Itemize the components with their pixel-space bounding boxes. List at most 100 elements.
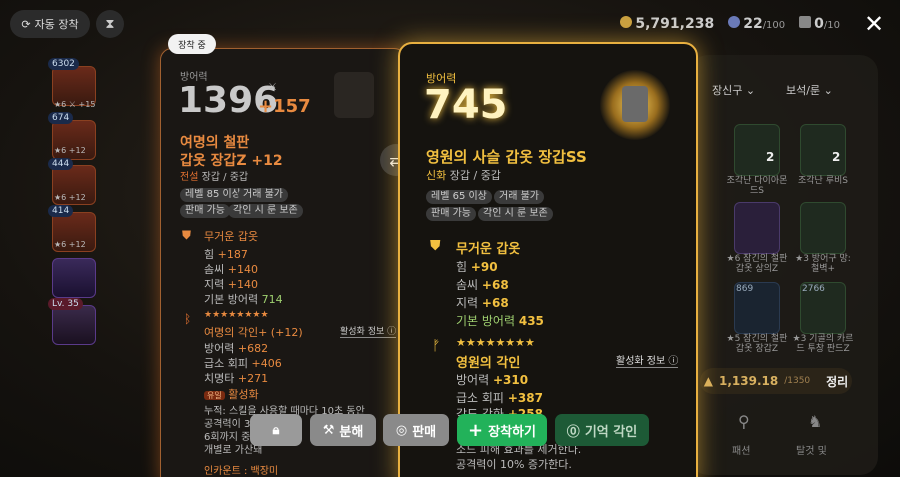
hammer-icon: ⚒ bbox=[322, 422, 335, 438]
activation-info-link[interactable]: 활성화 정보 ⓘ bbox=[340, 324, 397, 338]
stat-name: 방어력 bbox=[204, 342, 235, 355]
gold-display: 5,791,238 bbox=[620, 16, 714, 32]
mount-icon[interactable]: ♞ bbox=[808, 412, 822, 431]
set-title: 무거운 갑옷 bbox=[456, 242, 521, 257]
slot-badge: 674 bbox=[48, 112, 74, 124]
chevron-down-icon: ⌄ bbox=[745, 84, 756, 97]
activation-info-link[interactable]: 활성화 정보 ⓘ bbox=[616, 352, 679, 368]
effect-label: 활성화 bbox=[228, 388, 259, 401]
set-title: 무거운 갑옷 bbox=[204, 230, 259, 243]
armor-icon: ⛊ bbox=[430, 238, 441, 254]
ticket-display: 0/10 bbox=[799, 16, 840, 32]
refresh-icon: ⟳ bbox=[21, 17, 31, 31]
pill-level: 레벨 85 이상 bbox=[180, 188, 246, 202]
item-label: ★3 기골의 카르드 투창 판드Z bbox=[792, 334, 854, 354]
rune-icon: ᛒ bbox=[184, 312, 192, 326]
item-label: ★3 방어구 망: 철벽+ bbox=[795, 254, 851, 274]
gem-max: /100 bbox=[762, 20, 786, 31]
nav-fashion[interactable]: 패션 bbox=[732, 442, 750, 457]
engrave-title: 영원의 각인 bbox=[456, 356, 521, 371]
sell-label: 판매 bbox=[412, 424, 437, 440]
stat-name: 힘 bbox=[456, 260, 468, 274]
item-label: 조각난 다이아몬드S bbox=[726, 176, 788, 196]
gold-amount: 5,791,238 bbox=[635, 16, 715, 32]
stat-value: +68 bbox=[481, 278, 509, 292]
gauntlet-icon bbox=[600, 70, 670, 140]
slot-badge: 444 bbox=[48, 158, 74, 170]
stat-name: 방어력 bbox=[456, 373, 490, 387]
slot-sub: ★6 +12 bbox=[54, 146, 86, 155]
stat-value: +90 bbox=[470, 260, 498, 274]
item-label: ★6 잠긴의 철판 갑옷 상의Z bbox=[726, 254, 788, 274]
lock-button[interactable]: 🔒︎ bbox=[250, 414, 302, 446]
stat-value: +682 bbox=[237, 342, 269, 355]
inventory-item[interactable] bbox=[734, 202, 780, 254]
memory-engrave-button[interactable]: ⓪ 기억 각인 bbox=[555, 414, 649, 446]
item-count: 2 bbox=[832, 150, 841, 164]
pill-level: 레벨 65 이상 bbox=[426, 190, 492, 204]
encounter-label: 인카운트 : 백장미 bbox=[204, 466, 279, 477]
slot-badge: 6302 bbox=[48, 58, 79, 70]
slot-badge: 414 bbox=[48, 205, 74, 217]
ticket-icon bbox=[799, 16, 812, 28]
rune-icon: ᚠ bbox=[432, 338, 441, 354]
slot-sub: ★6 +12 bbox=[54, 240, 86, 249]
equip-slot[interactable] bbox=[52, 258, 96, 298]
stat-value: 435 bbox=[518, 314, 544, 328]
memory-icon: ⓪ bbox=[566, 424, 580, 440]
slot-sub: ★6 ⚔ +15 bbox=[54, 100, 96, 109]
item-name-line2: 갑옷 장갑Z +12 bbox=[180, 153, 283, 169]
pill-sell: 판매 가능 bbox=[426, 207, 476, 221]
stat-value: +271 bbox=[237, 372, 269, 385]
pill-rune: 각인 시 룬 보존 bbox=[478, 207, 553, 221]
item-name: 영원의 사슬 갑옷 장갑SS bbox=[426, 148, 587, 166]
stat-value: +310 bbox=[492, 373, 529, 387]
item-count: 869 bbox=[736, 284, 754, 294]
inventory-item[interactable] bbox=[800, 202, 846, 254]
help-icon: ⓘ bbox=[668, 356, 679, 367]
sort-button[interactable]: 정리 bbox=[826, 373, 848, 390]
item-count: 2766 bbox=[802, 284, 825, 294]
stat-name: 솜씨 bbox=[204, 263, 225, 276]
hourglass-icon: ⧗ bbox=[105, 16, 115, 32]
gem-display: 22/100 bbox=[728, 16, 785, 32]
nav-mount[interactable]: 탈것 및 bbox=[796, 442, 827, 457]
item-label: ★5 잠긴의 철판 갑옷 장갑Z bbox=[726, 334, 788, 354]
pill-sell: 판매 가능 bbox=[180, 204, 230, 218]
dropdown-accessory[interactable]: 장신구 ⌄ bbox=[712, 82, 755, 98]
stat-value: +140 bbox=[227, 278, 258, 291]
equip-button[interactable]: + 장착하기 bbox=[457, 414, 547, 446]
auto-equip-button[interactable]: ⟳ 자동 장착 bbox=[10, 10, 90, 38]
engrave-stars: ★★★★★★★★ bbox=[456, 336, 535, 349]
rarity-label: 신화 bbox=[426, 169, 447, 182]
crossed-swords-icon: ⚔ bbox=[268, 82, 277, 93]
disassemble-button[interactable]: ⚒ 분해 bbox=[310, 414, 376, 446]
pill-rune: 각인 시 룬 보존 bbox=[228, 204, 303, 218]
stat-value: 714 bbox=[261, 293, 283, 306]
close-icon[interactable]: ✕ bbox=[862, 10, 886, 38]
ticket-amount: 0 bbox=[814, 16, 824, 32]
plus-icon: + bbox=[468, 419, 484, 441]
type-label: 장갑 / 중갑 bbox=[201, 172, 249, 183]
gem-amount: 22 bbox=[743, 16, 763, 32]
gem-icon bbox=[728, 16, 741, 28]
currency-bar: 5,791,238 22/100 0/10 bbox=[620, 16, 840, 32]
stat-name: 솜씨 bbox=[456, 278, 479, 292]
disassemble-label: 분해 bbox=[339, 424, 364, 440]
sell-button[interactable]: ◎ 판매 bbox=[383, 414, 449, 446]
equip-slot[interactable] bbox=[52, 305, 96, 345]
stat-value: +187 bbox=[217, 248, 248, 261]
dropdown-gems[interactable]: 보석/룬 ⌄ bbox=[786, 82, 833, 98]
stat-name: 지력 bbox=[204, 278, 225, 291]
hourglass-button[interactable]: ⧗ bbox=[96, 10, 124, 38]
activation-info-label: 활성화 정보 bbox=[340, 327, 385, 337]
item-name-line1: 여명의 철판 bbox=[180, 135, 250, 151]
hanger-icon[interactable]: ⚲ bbox=[738, 412, 750, 431]
engrave-stars: ★★★★★★★★ bbox=[204, 310, 269, 320]
dropdown-label: 보석/룬 bbox=[786, 84, 821, 97]
stat-name: 지력 bbox=[456, 296, 479, 310]
activation-info-label: 활성화 정보 bbox=[616, 356, 666, 367]
item-count: 2 bbox=[766, 150, 775, 164]
gold-coin-icon bbox=[620, 16, 633, 28]
item-label: 조각난 루비S bbox=[798, 176, 848, 186]
